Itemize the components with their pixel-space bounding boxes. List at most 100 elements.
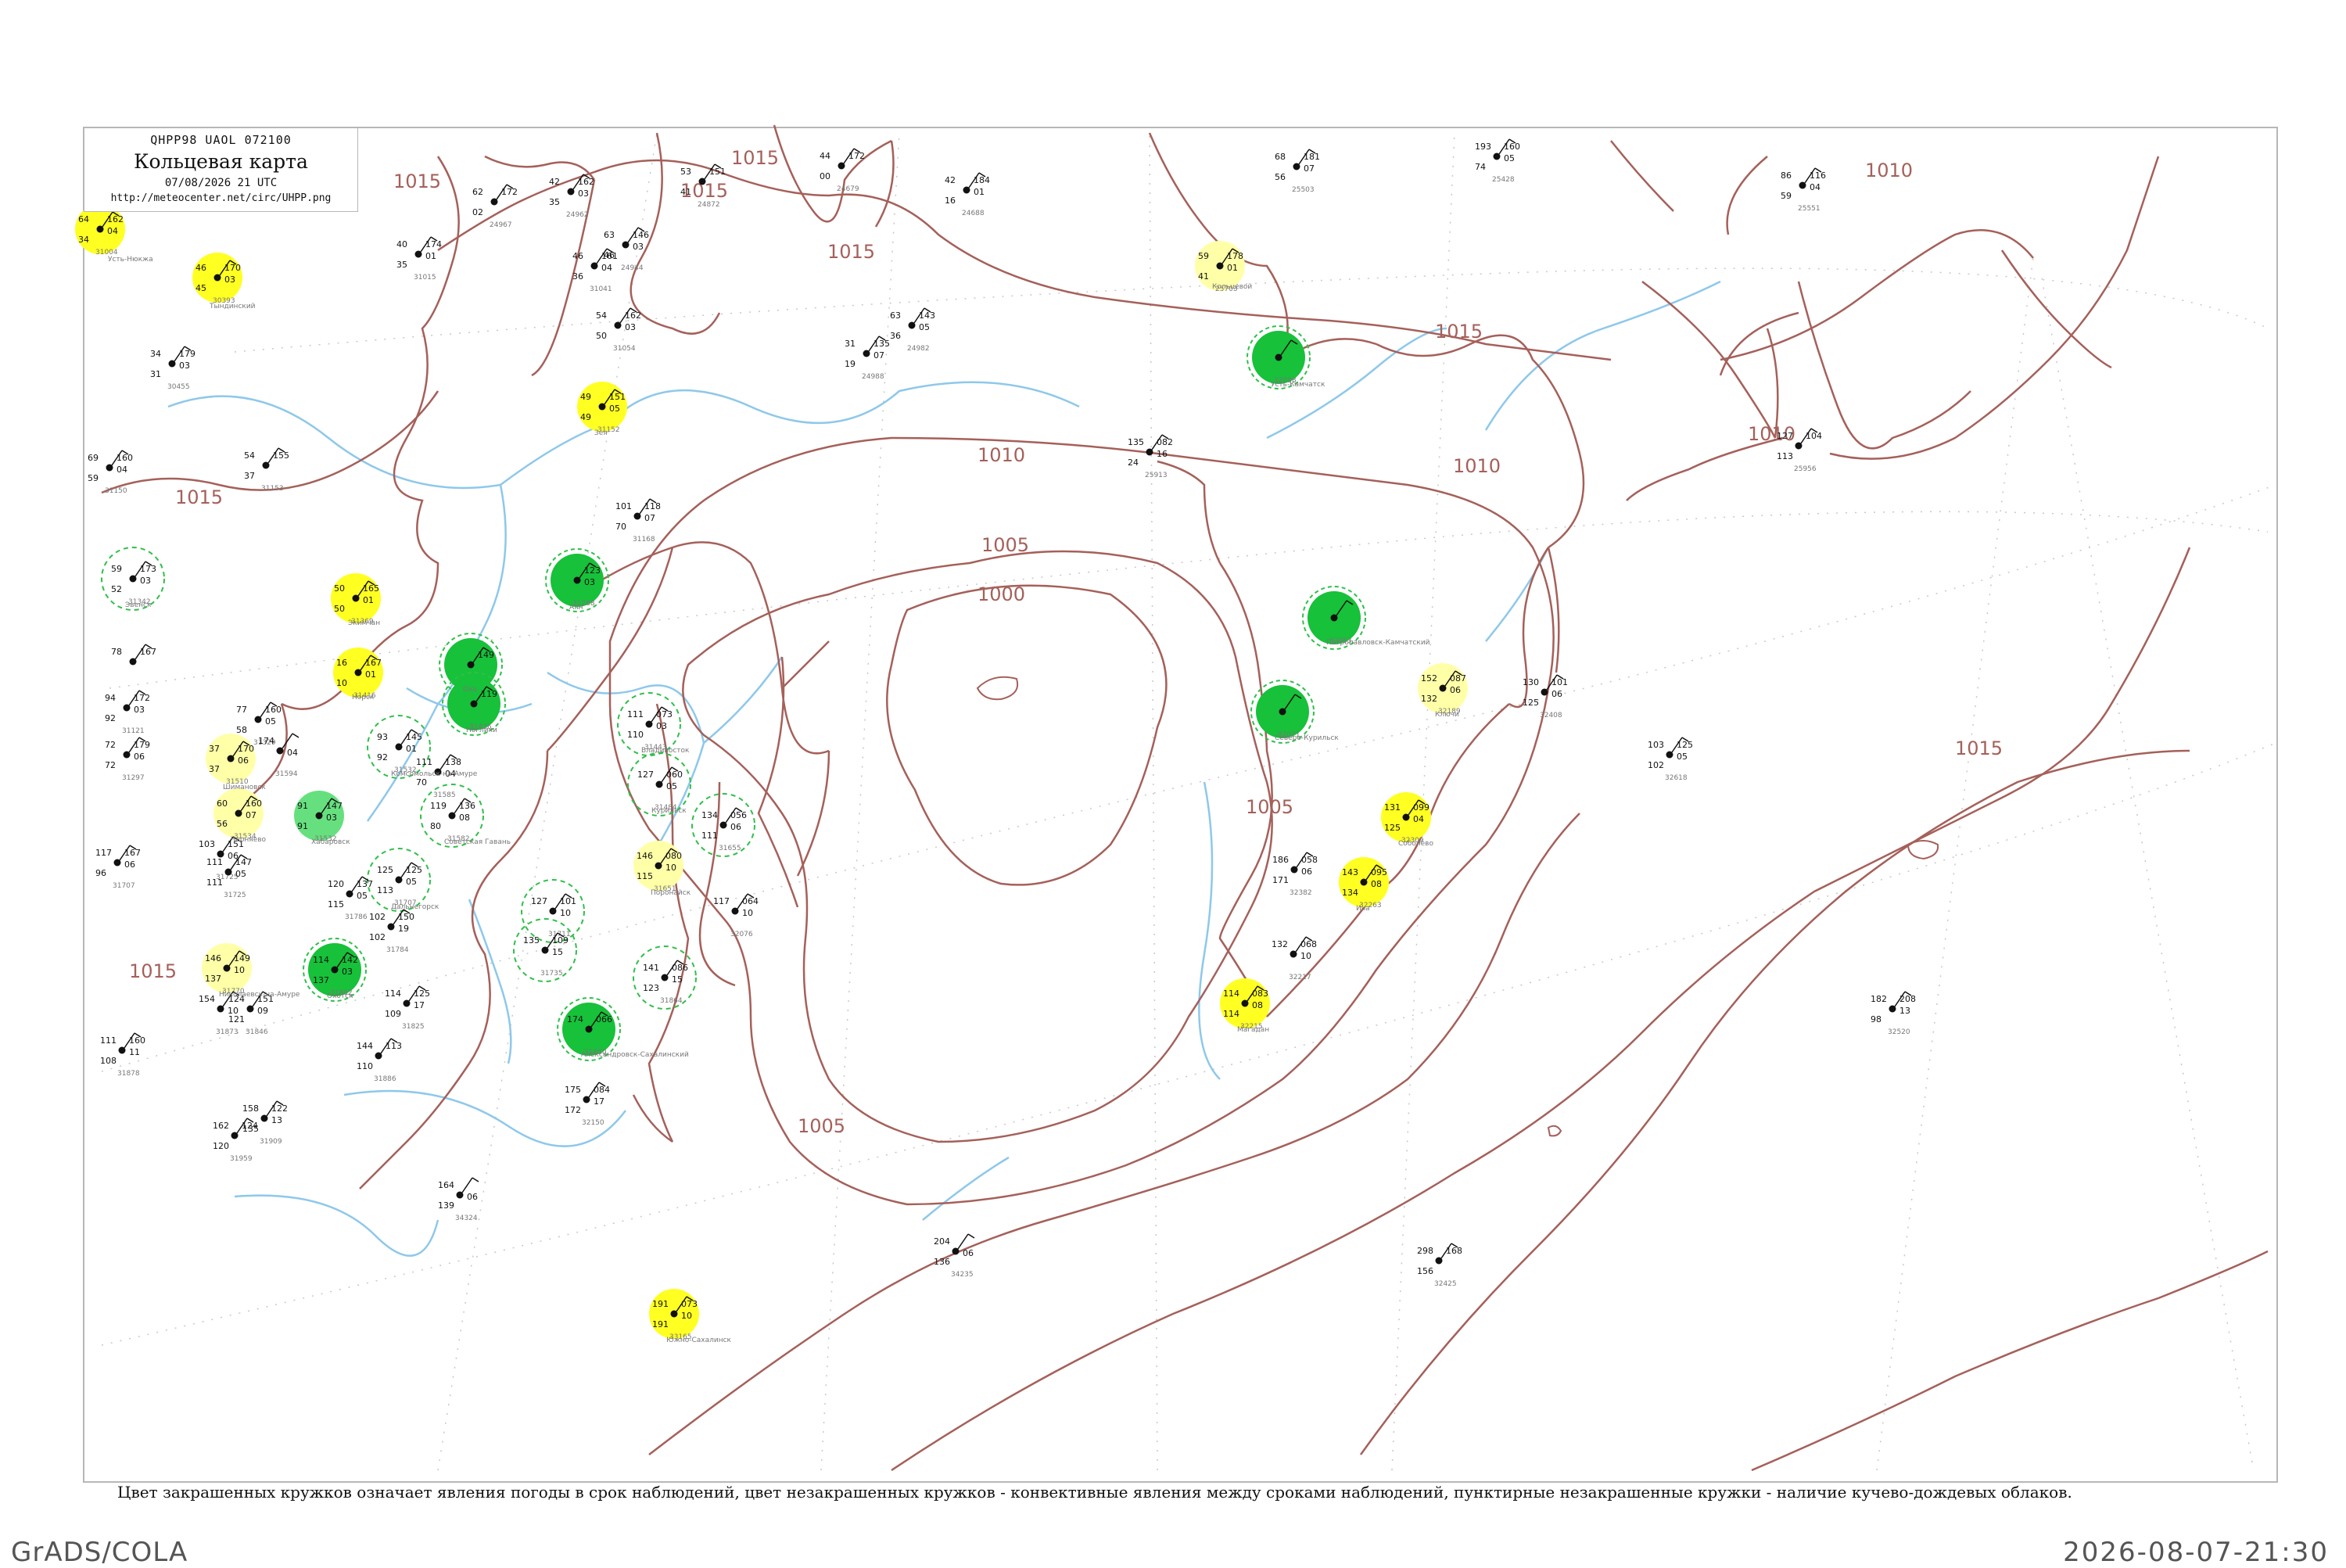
station-dewpoint: 92 — [377, 752, 388, 762]
station-pressure: 136 — [459, 801, 475, 811]
station-tendency: 10 — [560, 908, 571, 918]
station-tendency: 04 — [117, 465, 127, 475]
station[interactable]: 32071 — [1250, 680, 1315, 744]
station-tendency: 10 — [228, 1006, 239, 1016]
station-temp: 141 — [643, 963, 659, 973]
station[interactable]: 11931436 — [442, 672, 506, 736]
station-temp: 152 — [1421, 673, 1437, 684]
station-tendency: 06 — [124, 859, 135, 870]
station-tendency: 04 — [1413, 814, 1424, 824]
place-name: Владивосток — [641, 747, 690, 755]
station-tendency: 10 — [742, 908, 753, 918]
station-dewpoint: 156 — [1417, 1266, 1433, 1276]
station-pressure: 095 — [1371, 867, 1387, 877]
station-dewpoint: 31 — [150, 369, 161, 379]
station-temp: 164 — [438, 1180, 454, 1190]
station-dewpoint: 35 — [396, 260, 407, 270]
station-tendency: 19 — [398, 924, 409, 934]
station-temp: 135 — [1128, 437, 1144, 447]
station-index: 25503 — [1292, 186, 1315, 194]
station-temp: 182 — [1871, 994, 1887, 1004]
isobar-label: 1015 — [731, 147, 779, 169]
station-temp: 117 — [713, 896, 730, 906]
station-dewpoint: 00 — [820, 171, 830, 181]
station-temp: 34 — [150, 349, 161, 359]
station-pressure: 116 — [1810, 170, 1826, 181]
station-index: 32425 — [1434, 1280, 1457, 1288]
station-index: 32150 — [582, 1119, 604, 1127]
place-name: Александровск-Сахалинский — [581, 1051, 689, 1059]
station-dewpoint: 120 — [213, 1141, 229, 1151]
station-pressure: 058 — [1301, 855, 1318, 865]
station-pressure: 073 — [656, 709, 673, 719]
isobar-label: 1015 — [129, 960, 177, 982]
station-tendency: 03 — [140, 576, 151, 586]
station[interactable]: 1141371420331802 — [303, 938, 367, 1002]
station-pressure: 099 — [1413, 802, 1429, 813]
station-tendency: 08 — [1252, 1000, 1263, 1010]
station-pressure: 172 — [134, 693, 150, 703]
station-index: 31846 — [246, 1028, 268, 1036]
station-temp: 130 — [1523, 677, 1539, 687]
place-name: Дальнегорск — [391, 903, 439, 911]
station-dewpoint: 36 — [572, 271, 583, 282]
station-dewpoint: 125 — [1523, 698, 1539, 708]
place-name: Зея — [594, 429, 608, 437]
station-index: 32217 — [1289, 974, 1311, 981]
station-dewpoint: 37 — [209, 764, 220, 774]
station-dewpoint: 191 — [652, 1319, 669, 1329]
station-dewpoint: 102 — [1648, 760, 1664, 770]
station-tendency: 06 — [730, 822, 741, 832]
map-date: 07/08/2026 21 UTC — [164, 177, 278, 189]
place-name: Тындинский — [209, 303, 256, 310]
station-pressure: 119 — [481, 689, 497, 699]
station-dewpoint: 109 — [385, 1009, 401, 1019]
isobar-label: 1015 — [393, 170, 441, 192]
station-pressure: 101 — [1551, 677, 1568, 687]
place-name: Южно-Сахалинск — [666, 1337, 732, 1344]
legend-caption: Цвет закрашенных кружков означает явлени… — [117, 1483, 2072, 1502]
station-tendency: 04 — [1810, 182, 1820, 192]
station[interactable]: 64341620431004 — [75, 204, 125, 257]
station-tendency: 09 — [257, 1006, 268, 1016]
station-temp: 119 — [430, 801, 447, 811]
station-pressure: 160 — [265, 705, 282, 715]
station-dewpoint: 34 — [78, 235, 89, 245]
station-dewpoint: 36 — [890, 331, 901, 341]
station-pressure: 147 — [326, 801, 343, 811]
station-dewpoint: 41 — [1198, 271, 1209, 282]
station-index: 31909 — [260, 1138, 282, 1146]
station-temp: 144 — [357, 1041, 373, 1051]
station-tendency: 05 — [919, 322, 930, 332]
place-name: Северо-Курильск — [1275, 734, 1339, 742]
place-name: Усть-Камчатск — [1271, 381, 1325, 389]
station-tendency: 03 — [342, 967, 353, 977]
station-dewpoint: 19 — [845, 359, 856, 369]
station-pressure: 161 — [601, 251, 618, 261]
station[interactable]: 1230331288 — [545, 548, 609, 612]
station-index: 31655 — [719, 845, 741, 852]
station[interactable]: 32098 — [1247, 325, 1311, 389]
station-tendency: 05 — [666, 781, 677, 791]
station-tendency: 10 — [665, 863, 676, 873]
station-pressure: 142 — [342, 955, 358, 965]
map-url[interactable]: http://meteocenter.net/circ/UHPP.png — [84, 192, 357, 204]
station-dewpoint: 41 — [680, 187, 691, 197]
station-temp: 193 — [1475, 142, 1491, 152]
station-pressure: 173 — [140, 564, 156, 574]
station-index: 32618 — [1665, 774, 1688, 782]
station-tendency: 06 — [467, 1192, 478, 1202]
station-pressure: 165 — [363, 583, 379, 594]
station-pressure: 125 — [414, 989, 430, 999]
station-temp: 146 — [205, 953, 221, 963]
map-stage: 1015 1015 1015 1015 1015 1015 1015 1010 … — [0, 0, 2346, 1568]
station-temp: 42 — [549, 177, 560, 187]
station-temp: 16 — [336, 658, 347, 668]
station-temp: 102 — [369, 912, 386, 922]
station-pressure: 086 — [672, 963, 688, 973]
station-dewpoint: 16 — [945, 196, 956, 206]
station-tendency: 04 — [287, 748, 298, 758]
station-index: 25913 — [1145, 472, 1168, 479]
station-temp: 91 — [297, 801, 308, 811]
station-index: 24679 — [837, 185, 859, 193]
